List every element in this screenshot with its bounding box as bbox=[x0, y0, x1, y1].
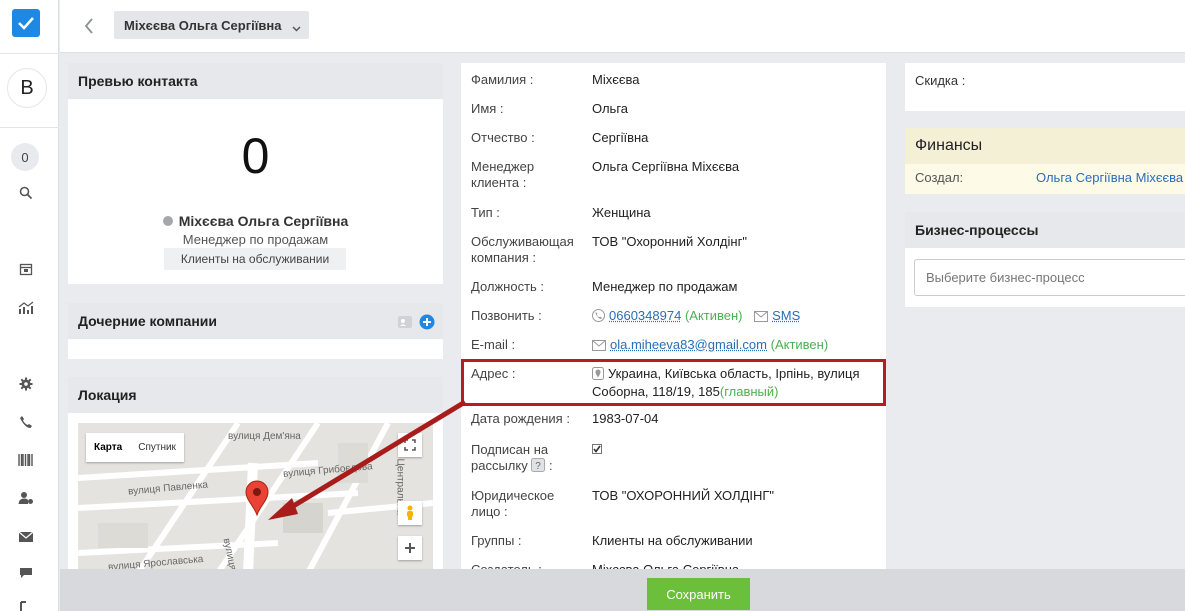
map-marker-icon[interactable] bbox=[245, 480, 269, 519]
sms-link[interactable]: SMS bbox=[772, 308, 800, 323]
email-link[interactable]: ola.miheeva83@gmail.com bbox=[610, 337, 767, 352]
field-label: Имя : bbox=[471, 101, 504, 116]
zoom-in-icon[interactable] bbox=[398, 536, 422, 560]
business-process-select[interactable]: Выберите бизнес-процесс bbox=[914, 259, 1185, 296]
address-highlight-box bbox=[461, 359, 886, 406]
field-label: Должность : bbox=[471, 279, 545, 294]
svg-text:?: ? bbox=[536, 461, 542, 472]
notification-count-badge[interactable]: 0 bbox=[11, 143, 39, 171]
barcode-icon[interactable] bbox=[16, 450, 36, 470]
user-settings-icon[interactable] bbox=[16, 488, 36, 508]
created-label: Создал: bbox=[915, 170, 964, 185]
field-label: Обслуживающая компания : bbox=[471, 234, 574, 265]
footer-bar: Сохранить bbox=[60, 569, 1185, 611]
back-chevron-icon[interactable] bbox=[78, 14, 100, 38]
preview-group-tag: Клиенты на обслуживании bbox=[164, 248, 346, 270]
child-companies-title: Дочерние компании bbox=[78, 313, 218, 329]
panel-title: Локация bbox=[68, 377, 443, 413]
discount-label: Скидка : bbox=[915, 73, 966, 88]
child-companies-actions bbox=[397, 314, 435, 333]
phone-link[interactable]: 0660348974 bbox=[609, 308, 681, 323]
contact-preview-panel: Превью контакта 0 Міхєєва Ольга Сергіївн… bbox=[68, 63, 443, 284]
email-envelope-icon bbox=[592, 339, 606, 355]
save-button[interactable]: Сохранить bbox=[647, 578, 750, 610]
top-bar: Міхєєва Ольга Сергіївна bbox=[60, 0, 1185, 53]
phone-icon[interactable] bbox=[16, 412, 36, 432]
field-label: Тип : bbox=[471, 205, 500, 220]
field-value: 0660348974 (Активен) SMS bbox=[592, 308, 877, 326]
finance-panel: Финансы Создал: Ольга Сергіївна Міхєєва bbox=[905, 128, 1185, 194]
manager-link[interactable]: Ольга Сергіївна Міхєєва bbox=[592, 159, 877, 175]
panel-title: Превью контакта bbox=[68, 63, 443, 99]
discount-panel: Скидка : bbox=[905, 63, 1185, 111]
field-label: Менеджер клиента : bbox=[471, 159, 535, 190]
field-value: Менеджер по продажам bbox=[592, 279, 738, 294]
email-status: (Активен) bbox=[770, 337, 829, 352]
help-question-icon[interactable]: ? bbox=[531, 458, 546, 476]
preview-name: Міхєєва Ольга Сергіївна bbox=[68, 213, 443, 229]
field-value: ola.miheeva83@gmail.com (Активен) bbox=[592, 337, 877, 355]
add-plus-icon[interactable] bbox=[419, 314, 435, 333]
field-label: Позвонить : bbox=[471, 308, 542, 323]
map-tab-map[interactable]: Карта bbox=[86, 433, 130, 462]
map-tab-satellite[interactable]: Спутник bbox=[130, 433, 184, 462]
field-value: Міхєєва bbox=[592, 72, 640, 87]
contact-details-form: Фамилия : Міхєєва Имя : Ольга Отчество :… bbox=[461, 63, 886, 583]
newsletter-colon: : bbox=[548, 458, 553, 473]
field-value: Ольга bbox=[592, 101, 629, 116]
field-label: Группы : bbox=[471, 533, 522, 548]
panel-title: Дочерние компании bbox=[68, 303, 443, 339]
field-label: Фамилия : bbox=[471, 72, 534, 87]
contact-name-dropdown[interactable]: Міхєєва Ольга Сергіївна bbox=[114, 11, 310, 39]
field-label: Подписан на рассылку ? : bbox=[471, 442, 581, 476]
field-value: Женщина bbox=[592, 205, 651, 220]
street-label: вулиця Дем'яна bbox=[228, 431, 301, 442]
analytics-chart-icon[interactable] bbox=[16, 298, 36, 318]
search-icon[interactable] bbox=[16, 183, 36, 203]
sms-envelope-icon bbox=[754, 310, 769, 326]
street-view-pegman-icon[interactable] bbox=[398, 501, 422, 525]
settings-gear-icon[interactable] bbox=[16, 374, 36, 394]
contact-card-icon[interactable] bbox=[397, 314, 413, 333]
field-label: E-mail : bbox=[471, 337, 516, 352]
preview-role: Менеджер по продажам bbox=[182, 232, 329, 247]
map-type-tabs: Карта Спутник bbox=[86, 433, 184, 462]
field-value: ТОВ "ОХОРОННИЙ ХОЛДІНГ" bbox=[592, 488, 775, 503]
left-rail: В 0 bbox=[0, 0, 59, 611]
company-link[interactable]: ТОВ "Охоронний Холдінг" bbox=[592, 234, 877, 250]
field-value: Клиенты на обслуживании bbox=[592, 533, 753, 548]
business-processes-panel: Бизнес-процессы Выберите бизнес-процесс bbox=[905, 212, 1185, 307]
chat-message-icon[interactable] bbox=[16, 563, 36, 583]
rail-divider bbox=[0, 127, 59, 128]
export-icon[interactable] bbox=[16, 597, 36, 611]
location-panel: Локация Карта Спутник вулиця Дем'яна вул… bbox=[68, 377, 443, 577]
map[interactable]: Карта Спутник вулиця Дем'яна вулиця Павл… bbox=[78, 423, 433, 573]
phone-call-icon bbox=[592, 309, 605, 326]
field-label: Юридическое лицо : bbox=[471, 488, 555, 519]
field-label: Отчество : bbox=[471, 130, 535, 145]
field-value: 1983-07-04 bbox=[592, 411, 659, 426]
mail-icon[interactable] bbox=[16, 527, 36, 547]
created-by-link[interactable]: Ольга Сергіївна Міхєєва bbox=[1036, 170, 1183, 185]
field-label: Дата рождения : bbox=[471, 411, 570, 426]
rail-divider bbox=[0, 53, 59, 54]
status-dot bbox=[162, 216, 173, 226]
preview-name-text: Міхєєва Ольга Сергіївна bbox=[178, 213, 349, 229]
app-logo-check-icon[interactable] bbox=[12, 9, 40, 37]
user-avatar[interactable]: В bbox=[7, 68, 47, 108]
contact-name-label: Міхєєва Ольга Сергіївна bbox=[124, 17, 282, 33]
chevron-down-icon bbox=[292, 20, 301, 35]
phone-status: (Активен) bbox=[684, 308, 743, 323]
finance-title: Финансы bbox=[905, 128, 1185, 164]
child-companies-panel: Дочерние компании bbox=[68, 303, 443, 359]
newsletter-checkbox[interactable] bbox=[592, 442, 877, 458]
fullscreen-icon[interactable] bbox=[398, 433, 422, 457]
calendar-icon[interactable] bbox=[16, 259, 36, 279]
bp-title: Бизнес-процессы bbox=[905, 212, 1185, 248]
preview-big-value: 0 bbox=[241, 128, 270, 184]
field-value: Сергіївна bbox=[592, 130, 649, 145]
